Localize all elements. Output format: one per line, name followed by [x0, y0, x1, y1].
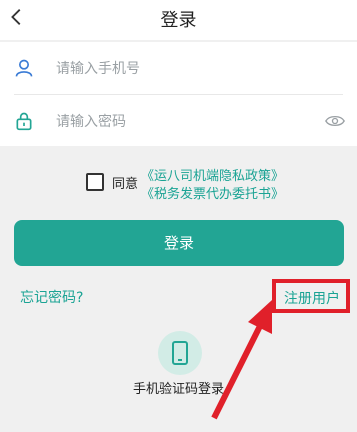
phone-field[interactable]: 请输入手机号 — [0, 42, 357, 95]
agreement-label: 同意 — [112, 177, 139, 192]
top-bar: 登录 — [0, 0, 357, 40]
user-icon — [15, 59, 33, 77]
sms-login-label: 手机验证码登录 — [133, 382, 225, 397]
register-highlight-box: 注册用户 — [272, 279, 350, 313]
privacy-policy-link[interactable]: 《运八司机端隐私政策》 — [141, 165, 284, 184]
page-title: 登录 — [160, 10, 197, 31]
sms-login-button[interactable] — [158, 331, 202, 375]
lock-icon — [16, 112, 32, 131]
forgot-password-link[interactable]: 忘记密码? — [20, 287, 83, 307]
login-button[interactable]: 登录 — [14, 220, 344, 266]
tax-invoice-link[interactable]: 《税务发票代办委托书》 — [141, 183, 284, 202]
register-link[interactable]: 注册用户 — [284, 288, 340, 308]
password-field[interactable]: 请输入密码 — [0, 95, 357, 147]
eye-icon[interactable] — [325, 114, 345, 128]
agreement: 同意 《运八司机端隐私政策》 《税务发票代办委托书》 — [86, 168, 286, 208]
login-form: 请输入手机号 请输入密码 — [0, 42, 357, 146]
phone-input[interactable]: 请输入手机号 — [56, 58, 140, 78]
agreement-checkbox[interactable] — [86, 173, 104, 191]
phone-icon — [172, 341, 188, 365]
password-input[interactable]: 请输入密码 — [56, 111, 126, 131]
